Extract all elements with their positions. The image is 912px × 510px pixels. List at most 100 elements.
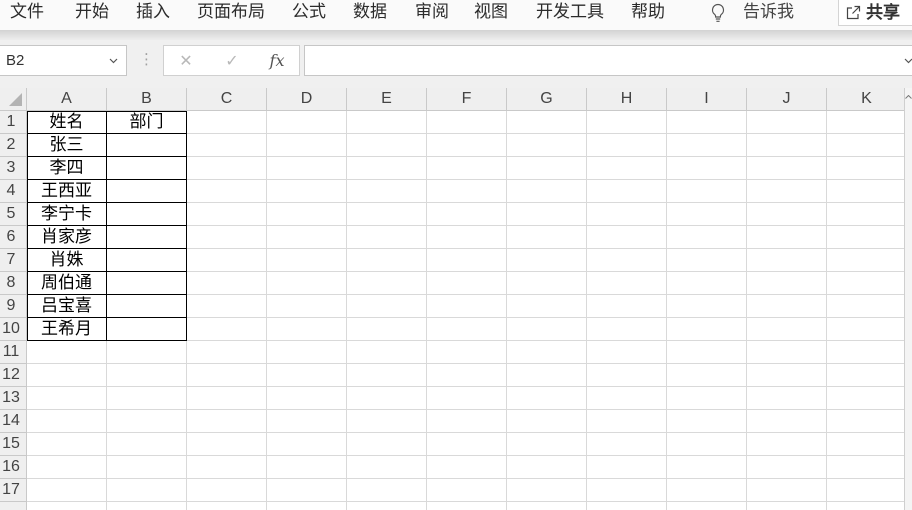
cell-H1[interactable] (587, 111, 667, 134)
chevron-down-icon[interactable] (904, 58, 912, 64)
vertical-scrollbar[interactable] (904, 88, 912, 510)
cell-A8[interactable]: 周伯通 (27, 272, 107, 295)
cell-E17[interactable] (347, 479, 427, 502)
cell-F7[interactable] (427, 249, 507, 272)
tab-formulas[interactable]: 公式 (292, 0, 326, 26)
tab-home[interactable]: 开始 (75, 0, 109, 26)
cell-I6[interactable] (667, 226, 747, 249)
row-header-13[interactable]: 13 (0, 387, 27, 410)
cell-B5[interactable] (107, 203, 187, 226)
cell-D1[interactable] (267, 111, 347, 134)
cell-A1[interactable]: 姓名 (27, 111, 107, 134)
column-header-J[interactable]: J (747, 88, 827, 111)
cell-E16[interactable] (347, 456, 427, 479)
cell-J5[interactable] (747, 203, 827, 226)
cell-B12[interactable] (107, 364, 187, 387)
cell-A2[interactable]: 张三 (27, 134, 107, 157)
cell-D12[interactable] (267, 364, 347, 387)
cell-G13[interactable] (507, 387, 587, 410)
cell-C3[interactable] (187, 157, 267, 180)
cell-E7[interactable] (347, 249, 427, 272)
cell-C5[interactable] (187, 203, 267, 226)
tab-developer[interactable]: 开发工具 (536, 0, 604, 26)
cell-A16[interactable] (27, 456, 107, 479)
row-header-4[interactable]: 4 (0, 180, 27, 203)
cell-B4[interactable] (107, 180, 187, 203)
cell-B13[interactable] (107, 387, 187, 410)
cell-E12[interactable] (347, 364, 427, 387)
column-header-C[interactable]: C (187, 88, 267, 111)
cell-I17[interactable] (667, 479, 747, 502)
cell-J8[interactable] (747, 272, 827, 295)
cell-K15[interactable] (827, 433, 907, 456)
cell-E6[interactable] (347, 226, 427, 249)
cell-J14[interactable] (747, 410, 827, 433)
cell-D6[interactable] (267, 226, 347, 249)
cell-F6[interactable] (427, 226, 507, 249)
column-header-G[interactable]: G (507, 88, 587, 111)
row-header-15[interactable]: 15 (0, 433, 27, 456)
cell-J10[interactable] (747, 318, 827, 341)
cell-G2[interactable] (507, 134, 587, 157)
cell-B14[interactable] (107, 410, 187, 433)
cell-I8[interactable] (667, 272, 747, 295)
cell-F8[interactable] (427, 272, 507, 295)
cell-G3[interactable] (507, 157, 587, 180)
cell-A10[interactable]: 王希月 (27, 318, 107, 341)
cell-D13[interactable] (267, 387, 347, 410)
cell-F15[interactable] (427, 433, 507, 456)
cancel-button[interactable]: ✕ (175, 46, 197, 75)
row-header-16[interactable]: 16 (0, 456, 27, 479)
cell-D18[interactable] (267, 502, 347, 510)
cell-B18[interactable] (107, 502, 187, 510)
cell-I4[interactable] (667, 180, 747, 203)
row-header-18[interactable] (0, 502, 27, 510)
column-header-F[interactable]: F (427, 88, 507, 111)
cell-I14[interactable] (667, 410, 747, 433)
cell-I11[interactable] (667, 341, 747, 364)
row-header-9[interactable]: 9 (0, 295, 27, 318)
row-header-12[interactable]: 12 (0, 364, 27, 387)
cell-C17[interactable] (187, 479, 267, 502)
cell-H16[interactable] (587, 456, 667, 479)
cell-B7[interactable] (107, 249, 187, 272)
row-header-2[interactable]: 2 (0, 134, 27, 157)
cell-G17[interactable] (507, 479, 587, 502)
cell-D7[interactable] (267, 249, 347, 272)
cell-I3[interactable] (667, 157, 747, 180)
cell-D17[interactable] (267, 479, 347, 502)
cell-K18[interactable] (827, 502, 907, 510)
cell-J2[interactable] (747, 134, 827, 157)
cell-G16[interactable] (507, 456, 587, 479)
name-box-resize-handle[interactable]: ⋮ (139, 45, 154, 76)
cell-D8[interactable] (267, 272, 347, 295)
cell-J12[interactable] (747, 364, 827, 387)
cell-K3[interactable] (827, 157, 907, 180)
cell-J1[interactable] (747, 111, 827, 134)
tab-view[interactable]: 视图 (474, 0, 508, 26)
cell-K6[interactable] (827, 226, 907, 249)
cell-G5[interactable] (507, 203, 587, 226)
select-all-button[interactable] (0, 88, 27, 111)
cell-C2[interactable] (187, 134, 267, 157)
cell-F11[interactable] (427, 341, 507, 364)
cell-A3[interactable]: 李四 (27, 157, 107, 180)
cell-J16[interactable] (747, 456, 827, 479)
cell-G9[interactable] (507, 295, 587, 318)
cell-H15[interactable] (587, 433, 667, 456)
tab-file[interactable]: 文件 (10, 0, 44, 26)
cell-K5[interactable] (827, 203, 907, 226)
cell-G6[interactable] (507, 226, 587, 249)
cell-K13[interactable] (827, 387, 907, 410)
cell-G10[interactable] (507, 318, 587, 341)
cell-C12[interactable] (187, 364, 267, 387)
tell-me-search[interactable]: 告诉我 (706, 0, 802, 26)
cell-C16[interactable] (187, 456, 267, 479)
cell-I13[interactable] (667, 387, 747, 410)
scroll-up-icon[interactable] (905, 95, 912, 99)
cell-H17[interactable] (587, 479, 667, 502)
row-header-7[interactable]: 7 (0, 249, 27, 272)
cell-E1[interactable] (347, 111, 427, 134)
cell-H6[interactable] (587, 226, 667, 249)
cell-F4[interactable] (427, 180, 507, 203)
